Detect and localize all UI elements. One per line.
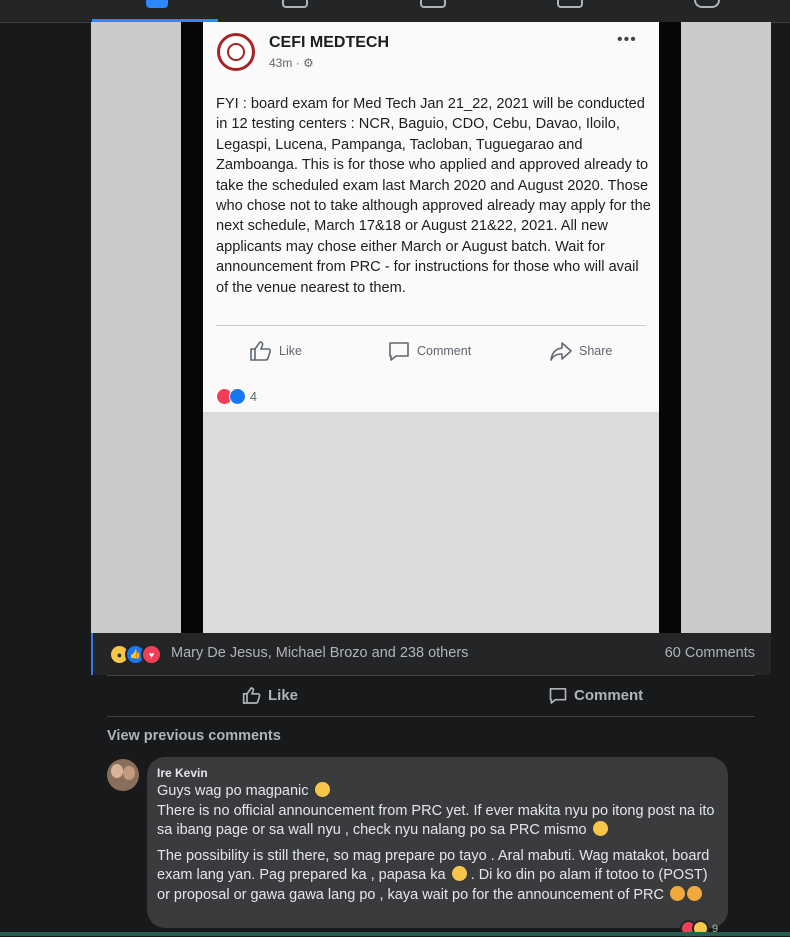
comment-text: Guys wag po magpanic There is no officia… bbox=[157, 782, 715, 903]
post-reactions-bar: ● 👍 ♥ Mary De Jesus, Michael Brozo and 2… bbox=[91, 633, 771, 675]
embedded-like-button: Like bbox=[249, 340, 302, 362]
watch-icon[interactable] bbox=[282, 0, 308, 8]
thumbs-up-icon bbox=[250, 341, 271, 361]
settings-icon: ⚙ bbox=[303, 56, 314, 70]
like-button[interactable]: Like bbox=[242, 686, 298, 705]
gaming-icon[interactable] bbox=[694, 0, 720, 8]
post-text: FYI : board exam for Med Tech Jan 21_22,… bbox=[216, 96, 651, 296]
thumbs-up-icon bbox=[242, 687, 261, 704]
wink-emoji-icon bbox=[451, 866, 467, 882]
smile-emoji-icon bbox=[592, 821, 608, 837]
avatar[interactable] bbox=[107, 759, 139, 791]
embedded-comment-button: Comment bbox=[387, 340, 471, 362]
comment-button[interactable]: Comment bbox=[548, 686, 643, 705]
page-name: CEFI MEDTECH bbox=[269, 34, 389, 51]
screenshot-frame: CEFI MEDTECH 43m · ⚙ ••• FYI : board exa… bbox=[181, 22, 681, 633]
post-time: 43m · ⚙ bbox=[269, 56, 314, 70]
comment-bubble: Ire Kevin Guys wag po magpanic There is … bbox=[147, 757, 728, 928]
blush-emoji-icon bbox=[687, 885, 703, 901]
reactors-list[interactable]: Mary De Jesus, Michael Brozo and 238 oth… bbox=[171, 645, 468, 661]
share-icon bbox=[550, 342, 572, 361]
comment-icon bbox=[549, 688, 567, 704]
more-options-icon: ••• bbox=[617, 31, 637, 48]
blush-emoji-icon bbox=[670, 885, 686, 901]
marketplace-icon[interactable] bbox=[420, 0, 446, 8]
comment-author[interactable]: Ire Kevin bbox=[157, 766, 718, 780]
smile-emoji-icon bbox=[314, 782, 330, 797]
reaction-icons[interactable]: ● 👍 ♥ bbox=[109, 644, 162, 665]
groups-icon[interactable] bbox=[557, 0, 583, 8]
embedded-post-card: CEFI MEDTECH 43m · ⚙ ••• FYI : board exa… bbox=[203, 22, 659, 412]
home-icon[interactable] bbox=[146, 0, 168, 8]
top-navigation-bar bbox=[0, 0, 790, 23]
embedded-reactions: 4 bbox=[216, 388, 257, 405]
comments-count[interactable]: 60 Comments bbox=[665, 645, 755, 661]
divider bbox=[107, 716, 755, 717]
comment-icon bbox=[389, 342, 409, 361]
embedded-share-button: Share bbox=[549, 340, 612, 362]
love-icon: ♥ bbox=[141, 644, 162, 665]
like-icon bbox=[229, 388, 246, 405]
screenshot-content: CEFI MEDTECH 43m · ⚙ ••• FYI : board exa… bbox=[203, 22, 659, 633]
divider bbox=[107, 675, 755, 676]
divider bbox=[216, 325, 646, 326]
page-logo bbox=[217, 33, 255, 71]
post-media[interactable]: CEFI MEDTECH 43m · ⚙ ••• FYI : board exa… bbox=[91, 22, 771, 633]
bottom-edge bbox=[0, 932, 790, 936]
view-previous-comments-link[interactable]: View previous comments bbox=[107, 728, 281, 744]
